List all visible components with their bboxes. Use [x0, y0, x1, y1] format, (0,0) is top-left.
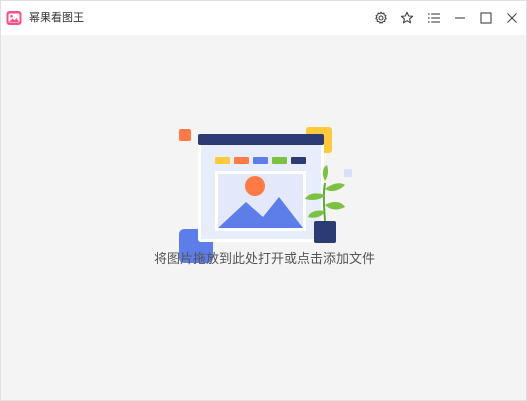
star-icon — [400, 11, 414, 24]
minimize-button[interactable] — [449, 7, 471, 29]
app-window: 幂果看图王 将图片拖放到此处打开或点击添加文件 — [0, 0, 527, 401]
app-title: 幂果看图王 — [29, 11, 84, 24]
image-drop-illustration — [179, 127, 352, 263]
favorite-button[interactable] — [396, 7, 418, 29]
minimize-icon — [455, 17, 465, 19]
menu-button[interactable] — [423, 7, 445, 29]
title-bar[interactable]: 幂果看图王 — [1, 1, 526, 35]
settings-button[interactable] — [370, 7, 392, 29]
close-button[interactable] — [501, 7, 523, 29]
drop-hint-text[interactable]: 将图片拖放到此处打开或点击添加文件 — [1, 251, 527, 269]
list-menu-icon — [428, 13, 440, 23]
photo-app-logo-icon — [6, 11, 22, 25]
gear-icon — [375, 11, 387, 24]
drop-area[interactable]: 将图片拖放到此处打开或点击添加文件 — [1, 35, 526, 400]
maximize-icon — [480, 12, 492, 24]
maximize-button[interactable] — [475, 7, 497, 29]
close-icon — [507, 13, 517, 23]
